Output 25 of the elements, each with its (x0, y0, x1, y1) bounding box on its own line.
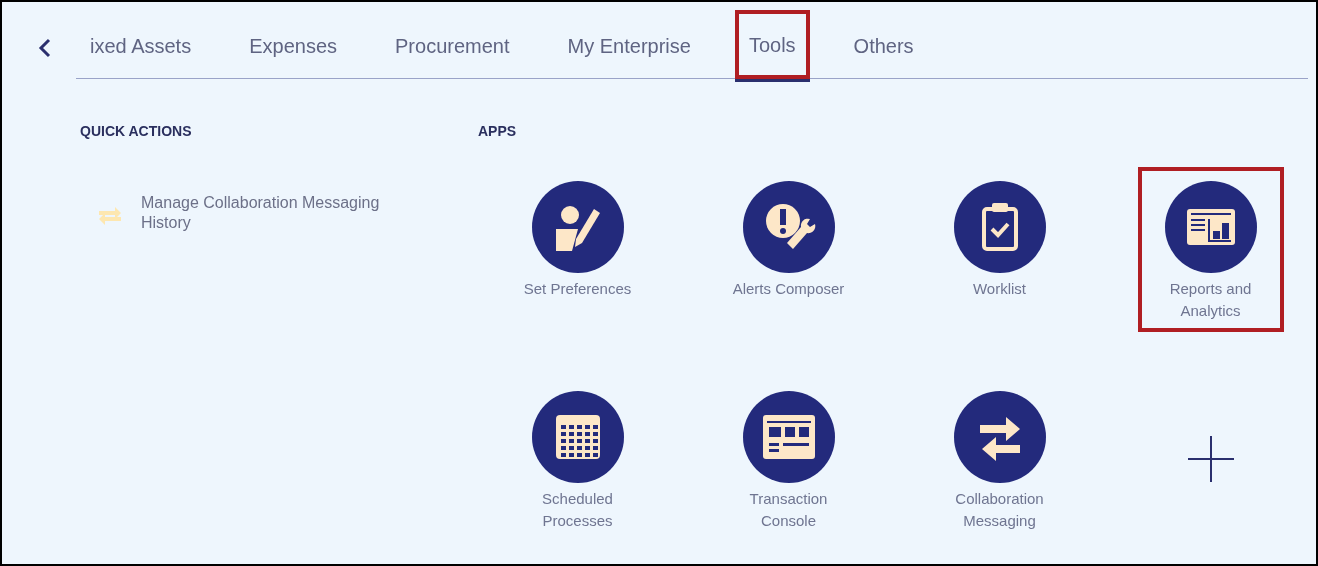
app-tile[interactable]: Set Preferences (504, 167, 651, 310)
swap-arrows-icon (953, 391, 1046, 483)
person-pencil-icon (531, 181, 624, 273)
tab[interactable]: Procurement (381, 10, 524, 79)
app-tile[interactable]: Transaction Console (715, 377, 862, 542)
clipboard-check-icon (953, 181, 1046, 273)
app-tile[interactable]: Reports and Analytics (1137, 167, 1284, 332)
alert-wrench-icon (742, 181, 835, 273)
app-tile[interactable]: Worklist (926, 167, 1073, 310)
tab[interactable]: Expenses (235, 10, 351, 79)
app-tile[interactable]: Scheduled Processes (504, 377, 651, 542)
add-icon[interactable] (1187, 436, 1234, 482)
tab[interactable]: Others (839, 10, 928, 79)
back-chevron-icon[interactable] (38, 38, 52, 58)
app-tile[interactable]: Alerts Composer (715, 167, 862, 310)
quick-action-link[interactable]: Manage Collaboration Messaging History (141, 193, 411, 233)
tab[interactable]: Tools (734, 10, 810, 79)
app-tile[interactable]: Collaboration Messaging (926, 377, 1073, 542)
section-heading: QUICK ACTIONS (80, 123, 193, 139)
tab[interactable]: ixed Assets (76, 10, 206, 79)
dashboard-icon (742, 391, 835, 483)
tab[interactable]: My Enterprise (553, 10, 705, 79)
report-icon (1164, 181, 1257, 273)
section-heading: APPS (478, 123, 518, 139)
calendar-icon (531, 391, 624, 483)
